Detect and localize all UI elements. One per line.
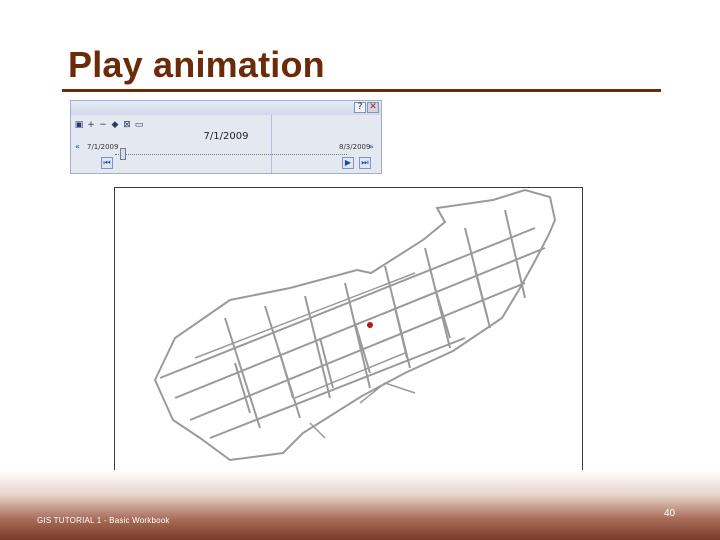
export-icon[interactable]: ⊠ — [122, 120, 132, 131]
help-button[interactable]: ? — [354, 102, 366, 113]
time-slider-toolbar: ▣ + − ◆ ⊠ ▭ — [74, 118, 144, 132]
page-number: 40 — [664, 508, 676, 519]
start-date-label: 7/1/2009 — [87, 143, 119, 151]
go-to-end-button[interactable]: ⏭ — [359, 157, 371, 169]
map-frame[interactable] — [114, 187, 583, 474]
ts-divider — [271, 115, 272, 173]
title-rule — [62, 89, 661, 92]
zoom-in-icon[interactable]: + — [86, 120, 96, 131]
options-icon[interactable]: ▣ — [74, 120, 84, 131]
footer-band — [0, 470, 720, 540]
zoom-out-icon[interactable]: − — [98, 120, 108, 131]
slide-title: Play animation — [68, 44, 325, 85]
go-to-start-button[interactable]: ⏮ — [101, 157, 113, 169]
step-back-button[interactable]: « — [75, 142, 80, 151]
close-button[interactable]: ✕ — [367, 102, 379, 113]
copy-icon[interactable]: ▭ — [134, 120, 144, 131]
time-slider-window[interactable]: ? ✕ ▣ + − ◆ ⊠ ▭ 7/1/2009 « 7/1/2009 8/3/… — [70, 100, 382, 174]
time-track[interactable] — [115, 154, 347, 156]
time-slider-thumb[interactable] — [119, 148, 126, 160]
footer-text: GIS TUTORIAL 1 - Basic Workbook — [37, 516, 170, 525]
time-window-icon[interactable]: ◆ — [110, 120, 120, 131]
street-map — [153, 188, 557, 462]
close-icon: ✕ — [369, 102, 377, 112]
current-date-label: 7/1/2009 — [203, 131, 249, 142]
time-slider-titlebar[interactable]: ? ✕ — [71, 101, 381, 115]
play-button[interactable]: ▶ — [342, 157, 354, 169]
highlight-point — [367, 322, 373, 328]
step-forward-button[interactable]: » — [369, 142, 374, 151]
end-date-label: 8/3/2009 — [339, 143, 371, 151]
help-icon: ? — [357, 102, 363, 112]
